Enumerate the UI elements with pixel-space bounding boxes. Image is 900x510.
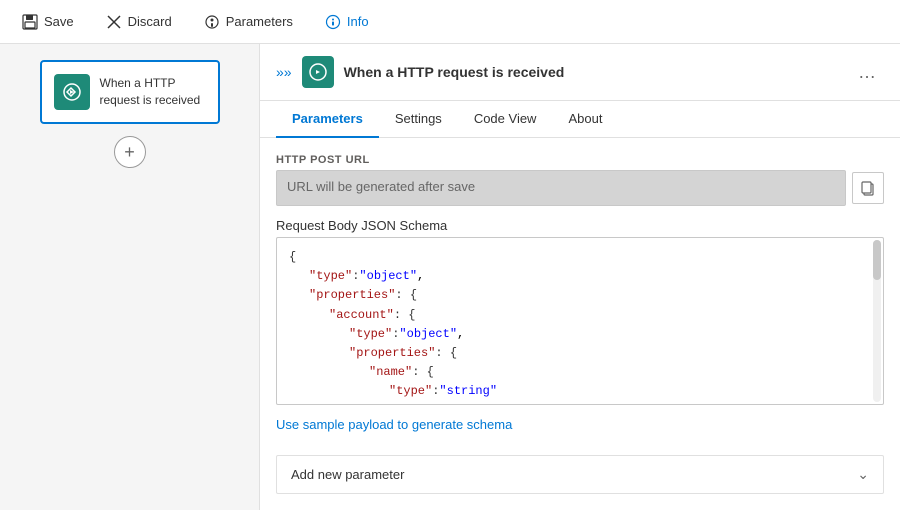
code-line: "type": "string"	[289, 382, 871, 401]
parameters-button[interactable]: Parameters	[198, 10, 299, 34]
code-line: "account": {	[289, 306, 871, 325]
tab-settings[interactable]: Settings	[379, 101, 458, 138]
url-placeholder: URL will be generated after save	[287, 179, 475, 194]
more-options-button[interactable]: …	[850, 58, 884, 87]
expand-icon[interactable]: »»	[276, 64, 292, 80]
schema-section: Request Body JSON Schema { "type": "obje…	[276, 218, 884, 405]
code-line: "properties": {	[289, 286, 871, 305]
main-layout: When a HTTP request is received + »» Whe…	[0, 44, 900, 510]
trigger-icon	[54, 74, 90, 110]
right-header-icon	[302, 56, 334, 88]
add-parameter-row[interactable]: Add new parameter ⌄	[276, 455, 884, 494]
discard-icon	[106, 14, 122, 30]
save-button[interactable]: Save	[16, 10, 80, 34]
discard-label: Discard	[128, 14, 172, 29]
right-panel: »» When a HTTP request is received … Par…	[260, 44, 900, 510]
code-line: {	[289, 248, 871, 267]
tab-about[interactable]: About	[552, 101, 618, 138]
parameters-icon	[204, 14, 220, 30]
trigger-label: When a HTTP request is received	[100, 75, 206, 109]
discard-button[interactable]: Discard	[100, 10, 178, 34]
schema-label: Request Body JSON Schema	[276, 218, 884, 233]
add-step-button[interactable]: +	[114, 136, 146, 168]
code-editor[interactable]: { "type": "object", "properties": { "acc…	[276, 237, 884, 405]
info-icon	[325, 14, 341, 30]
http-post-url-label: HTTP POST URL	[276, 154, 884, 166]
plus-icon: +	[124, 142, 135, 163]
parameters-label: Parameters	[226, 14, 293, 29]
content-area: HTTP POST URL URL will be generated afte…	[260, 138, 900, 510]
code-line: "type": "object",	[289, 267, 871, 286]
copy-url-button[interactable]	[852, 172, 884, 204]
tab-codeview[interactable]: Code View	[458, 101, 553, 138]
toolbar: Save Discard Parameters	[0, 0, 900, 44]
right-panel-title: When a HTTP request is received	[344, 64, 840, 80]
copy-icon	[860, 180, 876, 196]
sample-payload-link[interactable]: Use sample payload to generate schema	[276, 417, 884, 432]
save-icon	[22, 14, 38, 30]
code-line: },	[289, 402, 871, 406]
right-header: »» When a HTTP request is received …	[260, 44, 900, 101]
code-line: "name": {	[289, 363, 871, 382]
scrollbar-track[interactable]	[873, 240, 881, 402]
add-parameter-label: Add new parameter	[291, 467, 404, 482]
scrollbar-thumb	[873, 240, 881, 280]
chevron-down-icon: ⌄	[857, 466, 869, 483]
url-row: URL will be generated after save	[276, 170, 884, 206]
info-label: Info	[347, 14, 369, 29]
tabs-bar: Parameters Settings Code View About	[260, 101, 900, 138]
info-button[interactable]: Info	[319, 10, 375, 34]
tab-parameters[interactable]: Parameters	[276, 101, 379, 138]
http-post-url-section: HTTP POST URL URL will be generated afte…	[276, 154, 884, 206]
trigger-card[interactable]: When a HTTP request is received	[40, 60, 220, 124]
url-field: URL will be generated after save	[276, 170, 846, 206]
left-panel: When a HTTP request is received +	[0, 44, 260, 510]
code-line: "type": "object",	[289, 325, 871, 344]
save-label: Save	[44, 14, 74, 29]
code-line: "properties": {	[289, 344, 871, 363]
